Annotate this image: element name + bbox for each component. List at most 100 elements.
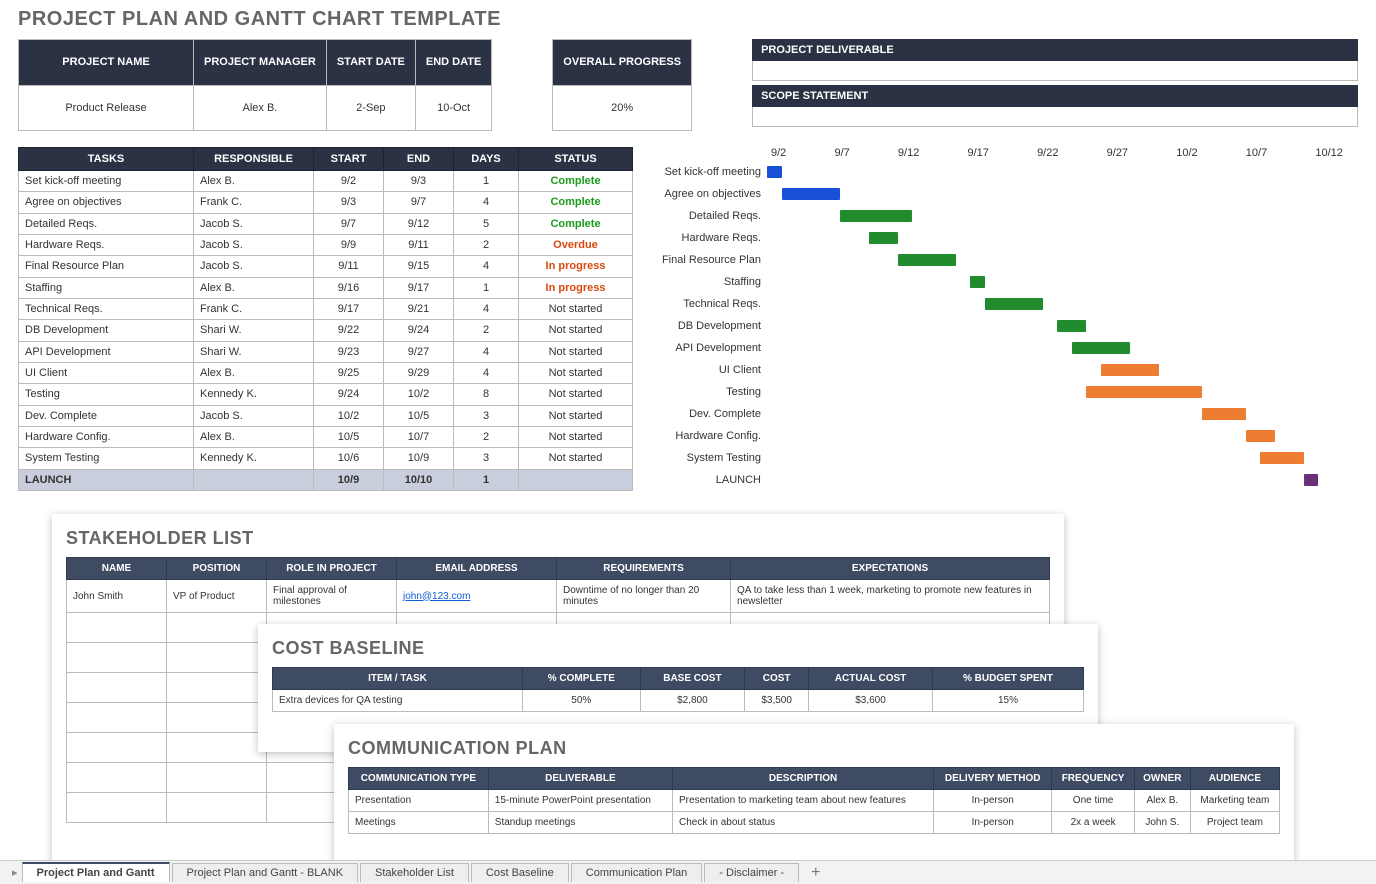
gantt-bar[interactable]: [1260, 452, 1304, 464]
tasks-table: TASKS RESPONSIBLE START END DAYS STATUS …: [18, 147, 633, 491]
sheet-tab[interactable]: - Disclaimer -: [704, 863, 799, 882]
scope-header: SCOPE STATEMENT: [752, 85, 1358, 107]
task-row[interactable]: StaffingAlex B.9/169/171In progress: [19, 277, 633, 298]
task-row[interactable]: Hardware Config.Alex B.10/510/72Not star…: [19, 426, 633, 447]
task-row[interactable]: TestingKennedy K.9/2410/28Not started: [19, 384, 633, 405]
comm-title: COMMUNICATION PLAN: [348, 738, 1280, 759]
sh-pos: POSITION: [167, 558, 267, 580]
val-start-date[interactable]: 2-Sep: [326, 85, 415, 131]
th-resp: RESPONSIBLE: [194, 148, 314, 171]
gantt-row: Hardware Reqs.: [657, 227, 1347, 249]
sr-pos: VP of Product: [167, 580, 267, 613]
sheet-tab[interactable]: Cost Baseline: [471, 863, 569, 882]
gantt-bar[interactable]: [1101, 364, 1159, 376]
task-row[interactable]: UI ClientAlex B.9/259/294Not started: [19, 362, 633, 383]
comm-row[interactable]: MeetingsStandup meetingsCheck in about s…: [349, 812, 1280, 834]
ch-budget: % BUDGET SPENT: [932, 668, 1083, 690]
cr-base: $2,800: [640, 690, 745, 712]
gantt-bar[interactable]: [1072, 342, 1130, 354]
gantt-bar[interactable]: [1057, 320, 1086, 332]
th-start: START: [314, 148, 384, 171]
mh-type: COMMUNICATION TYPE: [349, 768, 489, 790]
cr-actual: $3,600: [809, 690, 933, 712]
val-end-date[interactable]: 10-Oct: [415, 85, 491, 131]
gantt-row: Agree on objectives: [657, 183, 1347, 205]
sh-name: NAME: [67, 558, 167, 580]
gantt-bar[interactable]: [970, 276, 985, 288]
task-row[interactable]: Technical Reqs.Frank C.9/179/214Not star…: [19, 298, 633, 319]
task-row[interactable]: LAUNCH10/910/101: [19, 469, 633, 490]
task-row[interactable]: Set kick-off meetingAlex B.9/29/31Comple…: [19, 171, 633, 192]
tab-nav-icon[interactable]: ▸: [8, 866, 22, 879]
th-end: END: [384, 148, 454, 171]
sheet-tab[interactable]: Project Plan and Gantt: [22, 862, 170, 882]
gantt-bar[interactable]: [1304, 474, 1319, 486]
gantt-bar[interactable]: [869, 232, 898, 244]
project-meta-table: PROJECT NAME PROJECT MANAGER START DATE …: [18, 39, 492, 131]
sheet-tabstrip: ▸ Project Plan and GanttProject Plan and…: [0, 860, 1376, 884]
task-row[interactable]: System TestingKennedy K.10/610/93Not sta…: [19, 448, 633, 469]
th-tasks: TASKS: [19, 148, 194, 171]
gantt-row: DB Development: [657, 315, 1347, 337]
scope-body[interactable]: [752, 107, 1358, 127]
gantt-row: Hardware Config.: [657, 425, 1347, 447]
th-project-manager: PROJECT MANAGER: [194, 40, 327, 86]
mh-meth: DELIVERY METHOD: [934, 768, 1052, 790]
mh-aud: AUDIENCE: [1190, 768, 1279, 790]
comm-row[interactable]: Presentation15-minute PowerPoint present…: [349, 790, 1280, 812]
sheet-tab[interactable]: Project Plan and Gantt - BLANK: [172, 863, 359, 882]
gantt-row: LAUNCH: [657, 469, 1347, 491]
sr-role: Final approval of milestones: [267, 580, 397, 613]
sr-exp: QA to take less than 1 week, marketing t…: [731, 580, 1050, 613]
task-row[interactable]: Detailed Reqs.Jacob S.9/79/125Complete: [19, 213, 633, 234]
val-project-manager[interactable]: Alex B.: [194, 85, 327, 131]
gantt-row: Set kick-off meeting: [657, 161, 1347, 183]
th-start-date: START DATE: [326, 40, 415, 86]
ch-pct: % COMPLETE: [523, 668, 641, 690]
cr-item: Extra devices for QA testing: [273, 690, 523, 712]
th-end-date: END DATE: [415, 40, 491, 86]
task-row[interactable]: Final Resource PlanJacob S.9/119/154In p…: [19, 256, 633, 277]
sh-req: REQUIREMENTS: [557, 558, 731, 580]
progress-table: OVERALL PROGRESS 20%: [552, 39, 692, 131]
cost-row[interactable]: Extra devices for QA testing 50% $2,800 …: [273, 690, 1084, 712]
page-title: PROJECT PLAN AND GANTT CHART TEMPLATE: [18, 8, 1358, 31]
task-row[interactable]: DB DevelopmentShari W.9/229/242Not start…: [19, 320, 633, 341]
val-progress[interactable]: 20%: [553, 85, 692, 131]
th-progress: OVERALL PROGRESS: [553, 40, 692, 86]
gantt-bar[interactable]: [985, 298, 1043, 310]
gantt-bar[interactable]: [1086, 386, 1202, 398]
sheet-tab[interactable]: Communication Plan: [571, 863, 703, 882]
sr-name: John Smith: [67, 580, 167, 613]
add-sheet-button[interactable]: +: [801, 864, 830, 882]
cost-table: ITEM / TASK % COMPLETE BASE COST COST AC…: [272, 667, 1084, 712]
task-row[interactable]: Agree on objectivesFrank C.9/39/74Comple…: [19, 192, 633, 213]
task-row[interactable]: Hardware Reqs.Jacob S.9/99/112Overdue: [19, 234, 633, 255]
sh-exp: EXPECTATIONS: [731, 558, 1050, 580]
gantt-bar[interactable]: [767, 166, 782, 178]
gantt-row: API Development: [657, 337, 1347, 359]
comm-table: COMMUNICATION TYPE DELIVERABLE DESCRIPTI…: [348, 767, 1280, 834]
val-project-name[interactable]: Product Release: [19, 85, 194, 131]
task-row[interactable]: API DevelopmentShari W.9/239/274Not star…: [19, 341, 633, 362]
mh-owner: OWNER: [1134, 768, 1190, 790]
sr-email[interactable]: john@123.com: [397, 580, 557, 613]
task-row[interactable]: Dev. CompleteJacob S.10/210/53Not starte…: [19, 405, 633, 426]
gantt-bar[interactable]: [782, 188, 840, 200]
sh-role: ROLE IN PROJECT: [267, 558, 397, 580]
stakeholder-row[interactable]: John Smith VP of Product Final approval …: [67, 580, 1050, 613]
gantt-bar[interactable]: [1246, 430, 1275, 442]
deliverable-body[interactable]: [752, 61, 1358, 81]
mh-desc: DESCRIPTION: [673, 768, 934, 790]
gantt-row: Final Resource Plan: [657, 249, 1347, 271]
gantt-bar[interactable]: [898, 254, 956, 266]
sr-req: Downtime of no longer than 20 minutes: [557, 580, 731, 613]
th-status: STATUS: [519, 148, 633, 171]
gantt-bar[interactable]: [840, 210, 913, 222]
gantt-bar[interactable]: [1202, 408, 1246, 420]
ch-base: BASE COST: [640, 668, 745, 690]
ch-cost: COST: [745, 668, 809, 690]
email-link[interactable]: john@123.com: [403, 591, 470, 602]
deliverable-header: PROJECT DELIVERABLE: [752, 39, 1358, 61]
sheet-tab[interactable]: Stakeholder List: [360, 863, 469, 882]
